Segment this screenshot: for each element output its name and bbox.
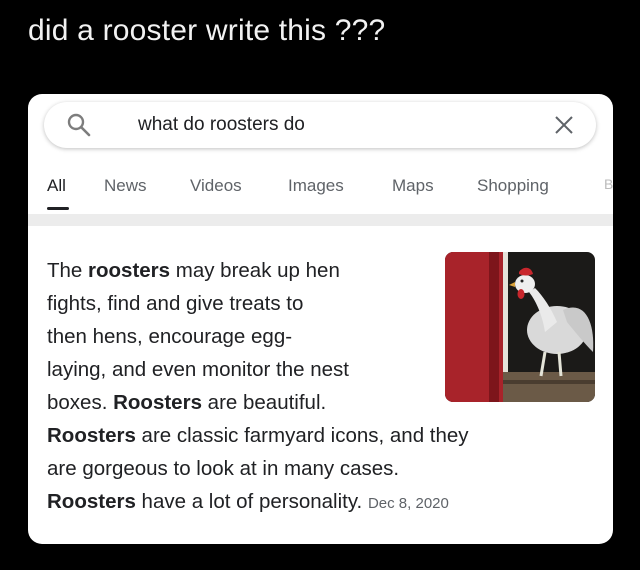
tab-news[interactable]: News: [104, 176, 147, 196]
section-divider: [28, 214, 613, 226]
rooster-photo[interactable]: [445, 252, 595, 402]
tab-all[interactable]: All: [47, 176, 66, 196]
post-caption: did a rooster write this ???: [28, 14, 386, 47]
tab-shopping[interactable]: Shopping: [477, 176, 549, 196]
tab-videos[interactable]: Videos: [190, 176, 242, 196]
search-bar[interactable]: what do roosters do: [44, 102, 596, 148]
active-tab-indicator: [47, 207, 69, 210]
tab-books-partial[interactable]: B: [604, 176, 613, 192]
search-result-card: what do roosters do All News Videos Imag…: [28, 94, 613, 544]
tab-maps[interactable]: Maps: [392, 176, 434, 196]
search-tabs: All News Videos Images Maps Shopping B: [28, 170, 613, 210]
tab-images[interactable]: Images: [288, 176, 344, 196]
snippet-date: Dec 8, 2020: [367, 495, 449, 512]
search-icon: [67, 113, 91, 137]
close-icon[interactable]: [552, 113, 576, 137]
search-input[interactable]: what do roosters do: [138, 114, 305, 136]
